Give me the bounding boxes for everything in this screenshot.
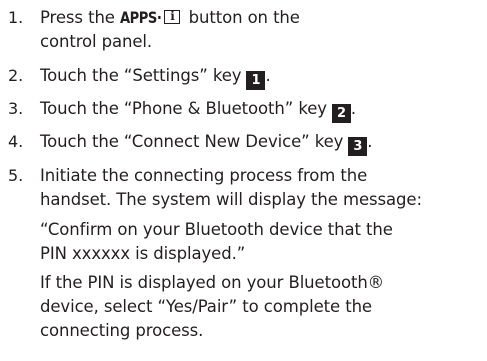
step-5-line-2: handset. The system will display the mes… [40, 190, 422, 209]
key-badge-3: 3 [348, 137, 368, 156]
step-3-text: Touch the “Phone & Bluetooth” key [40, 99, 327, 118]
step-5-note-line-1: If the PIN is displayed on your Bluetoot… [40, 273, 385, 292]
info-icon-glyph: i [170, 9, 175, 23]
step-2-number: 2. [8, 66, 24, 85]
step-2-line: Touch the “Settings” key 1. [40, 66, 271, 90]
key-badge-1: 1 [246, 71, 266, 90]
step-2-text: Touch the “Settings” key [40, 66, 242, 85]
step-5-message-line-2: PIN xxxxxx is displayed.” [40, 244, 246, 263]
step-4-line: Touch the “Connect New Device” key 3. [40, 132, 373, 156]
step-3-tail: . [350, 99, 357, 118]
step-4-tail: . [367, 132, 373, 151]
info-icon: i [164, 9, 181, 24]
step-1-pre-text: Press the [40, 8, 120, 27]
apps-button-label: APPS· [120, 8, 162, 27]
step-3-number: 3. [8, 99, 24, 118]
key-badge-2: 2 [331, 104, 351, 123]
step-5-number: 5. [8, 166, 24, 185]
step-2-tail: . [265, 66, 271, 85]
step-4-number: 4. [8, 132, 24, 151]
step-5-note-line-3: connecting process. [40, 321, 204, 340]
step-4-text: Touch the “Connect New Device” key [40, 132, 344, 151]
step-5-line-1: Initiate the connecting process from the [40, 166, 368, 185]
step-1-line-1: Press the APPS· i button on the [40, 8, 300, 28]
step-5-message-line-1: “Confirm on your Bluetooth device that t… [40, 220, 393, 239]
step-1-post-text: button on the [183, 8, 300, 27]
step-1-line-2: control panel. [40, 32, 153, 51]
step-5-note-line-2: device, select “Yes/Pair” to complete th… [40, 297, 372, 316]
step-1-number: 1. [8, 8, 24, 27]
step-3-line: Touch the “Phone & Bluetooth” key 2. [40, 99, 356, 123]
